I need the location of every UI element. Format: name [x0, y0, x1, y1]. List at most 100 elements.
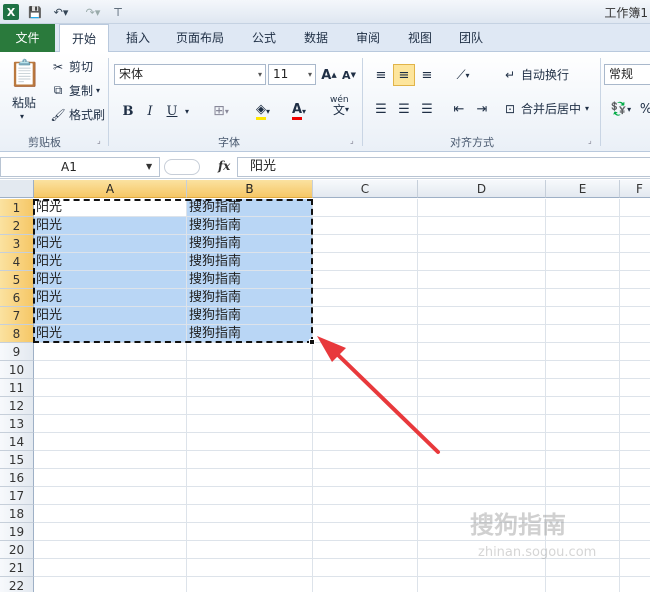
cell[interactable] — [620, 487, 650, 505]
cell[interactable] — [187, 541, 313, 559]
cell[interactable] — [620, 361, 650, 379]
cell[interactable] — [546, 253, 620, 271]
column-header-d[interactable]: D — [418, 180, 546, 198]
cell[interactable] — [187, 451, 313, 469]
cell[interactable] — [313, 559, 418, 577]
grow-font-icon[interactable]: A ▲ — [320, 64, 338, 86]
cell[interactable] — [418, 559, 546, 577]
cell[interactable] — [418, 217, 546, 235]
cell[interactable] — [546, 217, 620, 235]
italic-button[interactable]: I — [142, 100, 158, 122]
row-header[interactable]: 5 — [0, 271, 34, 289]
column-header-a[interactable]: A — [34, 180, 187, 198]
orientation-icon[interactable]: ⟋ ▾ — [448, 64, 478, 86]
cell[interactable] — [546, 469, 620, 487]
row-header[interactable]: 6 — [0, 289, 34, 307]
cell[interactable] — [313, 451, 418, 469]
row-header[interactable]: 10 — [0, 361, 34, 379]
row-header[interactable]: 4 — [0, 253, 34, 271]
name-box-dropdown-icon[interactable]: ▼ — [146, 157, 152, 177]
row-header[interactable]: 12 — [0, 397, 34, 415]
row-header[interactable]: 17 — [0, 487, 34, 505]
cell[interactable] — [620, 217, 650, 235]
cell[interactable] — [620, 451, 650, 469]
cell[interactable] — [187, 343, 313, 361]
tab-formulas[interactable]: 公式 — [248, 24, 280, 52]
row-header[interactable]: 13 — [0, 415, 34, 433]
cell[interactable] — [313, 397, 418, 415]
row-header[interactable]: 9 — [0, 343, 34, 361]
cell[interactable] — [418, 199, 546, 217]
decrease-indent-icon[interactable]: ⇤ — [448, 98, 470, 120]
cell[interactable] — [187, 487, 313, 505]
cell[interactable] — [418, 235, 546, 253]
cell[interactable] — [187, 379, 313, 397]
row-header[interactable]: 8 — [0, 325, 34, 343]
redo-icon[interactable]: ↷▾ — [82, 3, 104, 21]
phonetic-icon[interactable]: wén 文 ▾ — [326, 95, 356, 120]
fill-color-icon[interactable]: ◈ ▾ — [248, 100, 278, 122]
cell[interactable]: 搜狗指南 — [187, 235, 313, 253]
cell[interactable] — [546, 199, 620, 217]
cell[interactable] — [313, 415, 418, 433]
column-header-c[interactable]: C — [313, 180, 418, 198]
cell[interactable] — [187, 559, 313, 577]
cell[interactable] — [620, 271, 650, 289]
copy-button[interactable]: ⧉ 复制 ▾ — [50, 82, 100, 99]
cut-button[interactable]: ✂ 剪切 — [50, 58, 93, 75]
row-header[interactable]: 19 — [0, 523, 34, 541]
column-header-b[interactable]: B — [187, 180, 313, 198]
cell[interactable] — [546, 235, 620, 253]
cell[interactable]: 阳光 — [34, 199, 187, 217]
tab-file[interactable]: 文件 — [0, 24, 55, 52]
cell[interactable] — [418, 451, 546, 469]
cell[interactable] — [620, 433, 650, 451]
cell[interactable] — [418, 487, 546, 505]
cell[interactable] — [620, 253, 650, 271]
underline-dropdown-icon[interactable]: ▾ — [182, 100, 192, 122]
cell[interactable] — [313, 289, 418, 307]
cell[interactable] — [546, 451, 620, 469]
cell[interactable]: 搜狗指南 — [187, 325, 313, 343]
align-bottom-icon[interactable]: ≡ — [416, 64, 438, 86]
number-format-select[interactable]: 常规 — [604, 64, 650, 85]
align-middle-icon[interactable]: ≡ — [393, 64, 415, 86]
cell[interactable] — [34, 487, 187, 505]
shrink-font-icon[interactable]: A ▼ — [340, 64, 358, 86]
cell[interactable] — [418, 253, 546, 271]
cell[interactable] — [313, 343, 418, 361]
cell[interactable] — [313, 325, 418, 343]
align-center-icon[interactable]: ☰ — [393, 98, 415, 120]
cell[interactable] — [418, 433, 546, 451]
select-all-button[interactable] — [0, 180, 34, 198]
insert-function-icon[interactable]: fx — [218, 159, 230, 173]
paste-dropdown-icon[interactable]: ▾ — [20, 112, 24, 121]
cell[interactable] — [313, 487, 418, 505]
cell[interactable] — [313, 379, 418, 397]
row-header[interactable]: 16 — [0, 469, 34, 487]
cell[interactable]: 搜狗指南 — [187, 271, 313, 289]
cell[interactable] — [620, 523, 650, 541]
cell[interactable] — [34, 451, 187, 469]
cell[interactable] — [187, 361, 313, 379]
name-box[interactable]: A1 — [0, 157, 160, 177]
font-name-select[interactable]: 宋体 ▾ — [114, 64, 266, 85]
bold-button[interactable]: B — [120, 100, 136, 122]
save-icon[interactable]: 💾 — [27, 3, 43, 21]
cell[interactable] — [546, 379, 620, 397]
clipboard-launcher-icon[interactable]: ⌟ — [97, 136, 101, 145]
cell[interactable] — [34, 343, 187, 361]
cell[interactable] — [313, 199, 418, 217]
font-color-icon[interactable]: A ▾ — [284, 100, 314, 122]
cell[interactable] — [620, 343, 650, 361]
cell[interactable] — [187, 433, 313, 451]
cell[interactable] — [34, 397, 187, 415]
cell[interactable]: 阳光 — [34, 289, 187, 307]
merge-center-button[interactable]: ⊡ 合并后居中 ▾ — [502, 100, 589, 117]
row-header[interactable]: 14 — [0, 433, 34, 451]
cell[interactable] — [620, 559, 650, 577]
align-left-icon[interactable]: ☰ — [370, 98, 392, 120]
cell[interactable] — [620, 289, 650, 307]
cell[interactable] — [34, 523, 187, 541]
cell[interactable] — [620, 577, 650, 592]
